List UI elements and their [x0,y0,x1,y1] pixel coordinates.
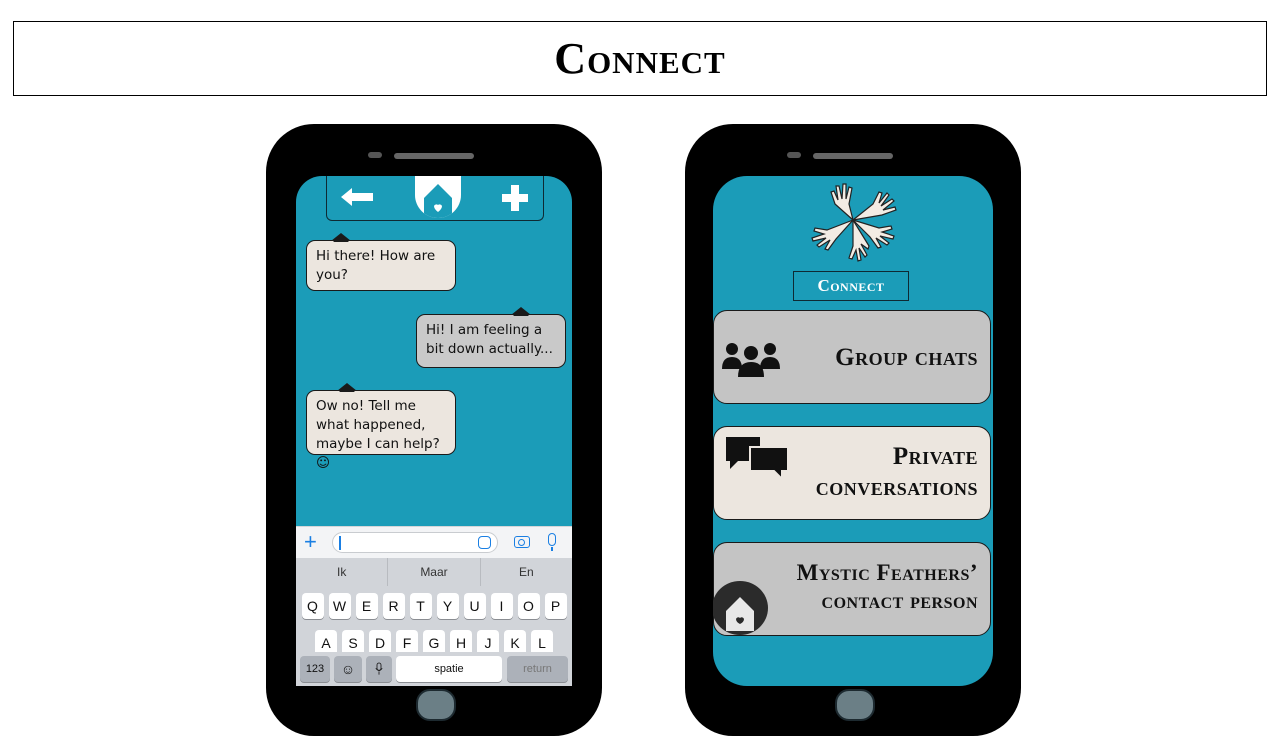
text-cursor [339,536,341,550]
earpiece-speaker [813,153,893,159]
keyboard-suggestions: Ik Maar En [296,558,572,586]
return-key[interactable]: return [507,656,568,682]
label-line: contact person [821,588,978,613]
group-chats-label: Group chats [835,344,978,371]
message-input-bar: + [296,526,572,559]
mic-icon[interactable] [548,533,556,551]
key[interactable]: U [463,593,486,619]
sticker-icon[interactable] [478,536,491,549]
message-bubble-sent: Hi! I am feeling a bit down actually... [416,307,566,368]
connect-phone: Connect Group chats Private conversation… [685,124,1021,736]
chat-phone: Hi there! How are you? Hi! I am feeling … [266,124,602,736]
numbers-key[interactable]: 123 [300,656,330,682]
key[interactable]: R [382,593,405,619]
key[interactable]: Y [436,593,459,619]
add-attachment-icon[interactable]: + [304,530,317,554]
contact-person-button[interactable]: Mystic Feathers’ contact person [713,542,991,636]
chat-header [326,176,544,221]
chat-screen: Hi there! How are you? Hi! I am feeling … [296,176,572,686]
suggestion-item[interactable]: En [481,558,572,586]
page-header: Connect [13,21,1267,96]
group-chats-button[interactable]: Group chats [713,310,991,404]
key[interactable]: Q [301,593,324,619]
camera-icon[interactable] [514,536,530,548]
mic-key[interactable] [366,656,392,682]
message-text: Hi! I am feeling a bit down actually... [426,322,553,357]
home-button[interactable] [416,689,456,721]
earpiece-speaker [394,153,474,159]
suggestion-item[interactable]: Ik [296,558,389,586]
key[interactable]: T [409,593,432,619]
back-arrow-icon[interactable] [341,186,375,208]
message-bubble-received: Hi there! How are you? [306,233,456,291]
home-button[interactable] [835,689,875,721]
suggestion-item[interactable]: Maar [388,558,481,586]
key[interactable]: O [517,593,540,619]
hands-circle-icon [811,183,897,262]
key[interactable]: P [544,593,567,619]
logo-icon [415,176,461,218]
key[interactable]: I [490,593,513,619]
connect-badge: Connect [793,271,909,301]
plus-icon[interactable] [501,184,529,212]
space-key[interactable]: spatie [396,656,502,682]
private-conversations-button[interactable]: Private conversations [713,426,991,520]
label-line: Private [892,443,978,470]
page-title: Connect [554,34,726,83]
chat-bubbles-icon [726,437,789,479]
message-input[interactable] [332,532,498,553]
emoji-key[interactable]: ☺ [334,656,362,682]
people-icon [722,343,780,377]
key[interactable]: W [328,593,351,619]
label-line: Mystic Feathers’ [796,560,978,585]
contact-person-label: Mystic Feathers’ contact person [797,559,978,615]
front-camera [787,152,801,158]
private-conversations-label: Private conversations [816,441,978,503]
label-line: conversations [815,474,978,501]
message-text: Hi there! How are you? [316,248,436,283]
keyboard-bottom-row: 123 ☺ spatie return [296,652,572,686]
logo-icon [713,581,768,635]
connect-screen: Connect Group chats Private conversation… [713,176,993,686]
front-camera [368,152,382,158]
key[interactable]: E [355,593,378,619]
message-bubble-received: Ow no! Tell me what happened, maybe I ca… [306,383,456,471]
key-row-1: Q W E R T Y U I O P [296,593,572,619]
message-text: Ow no! Tell me what happened, maybe I ca… [316,398,440,471]
